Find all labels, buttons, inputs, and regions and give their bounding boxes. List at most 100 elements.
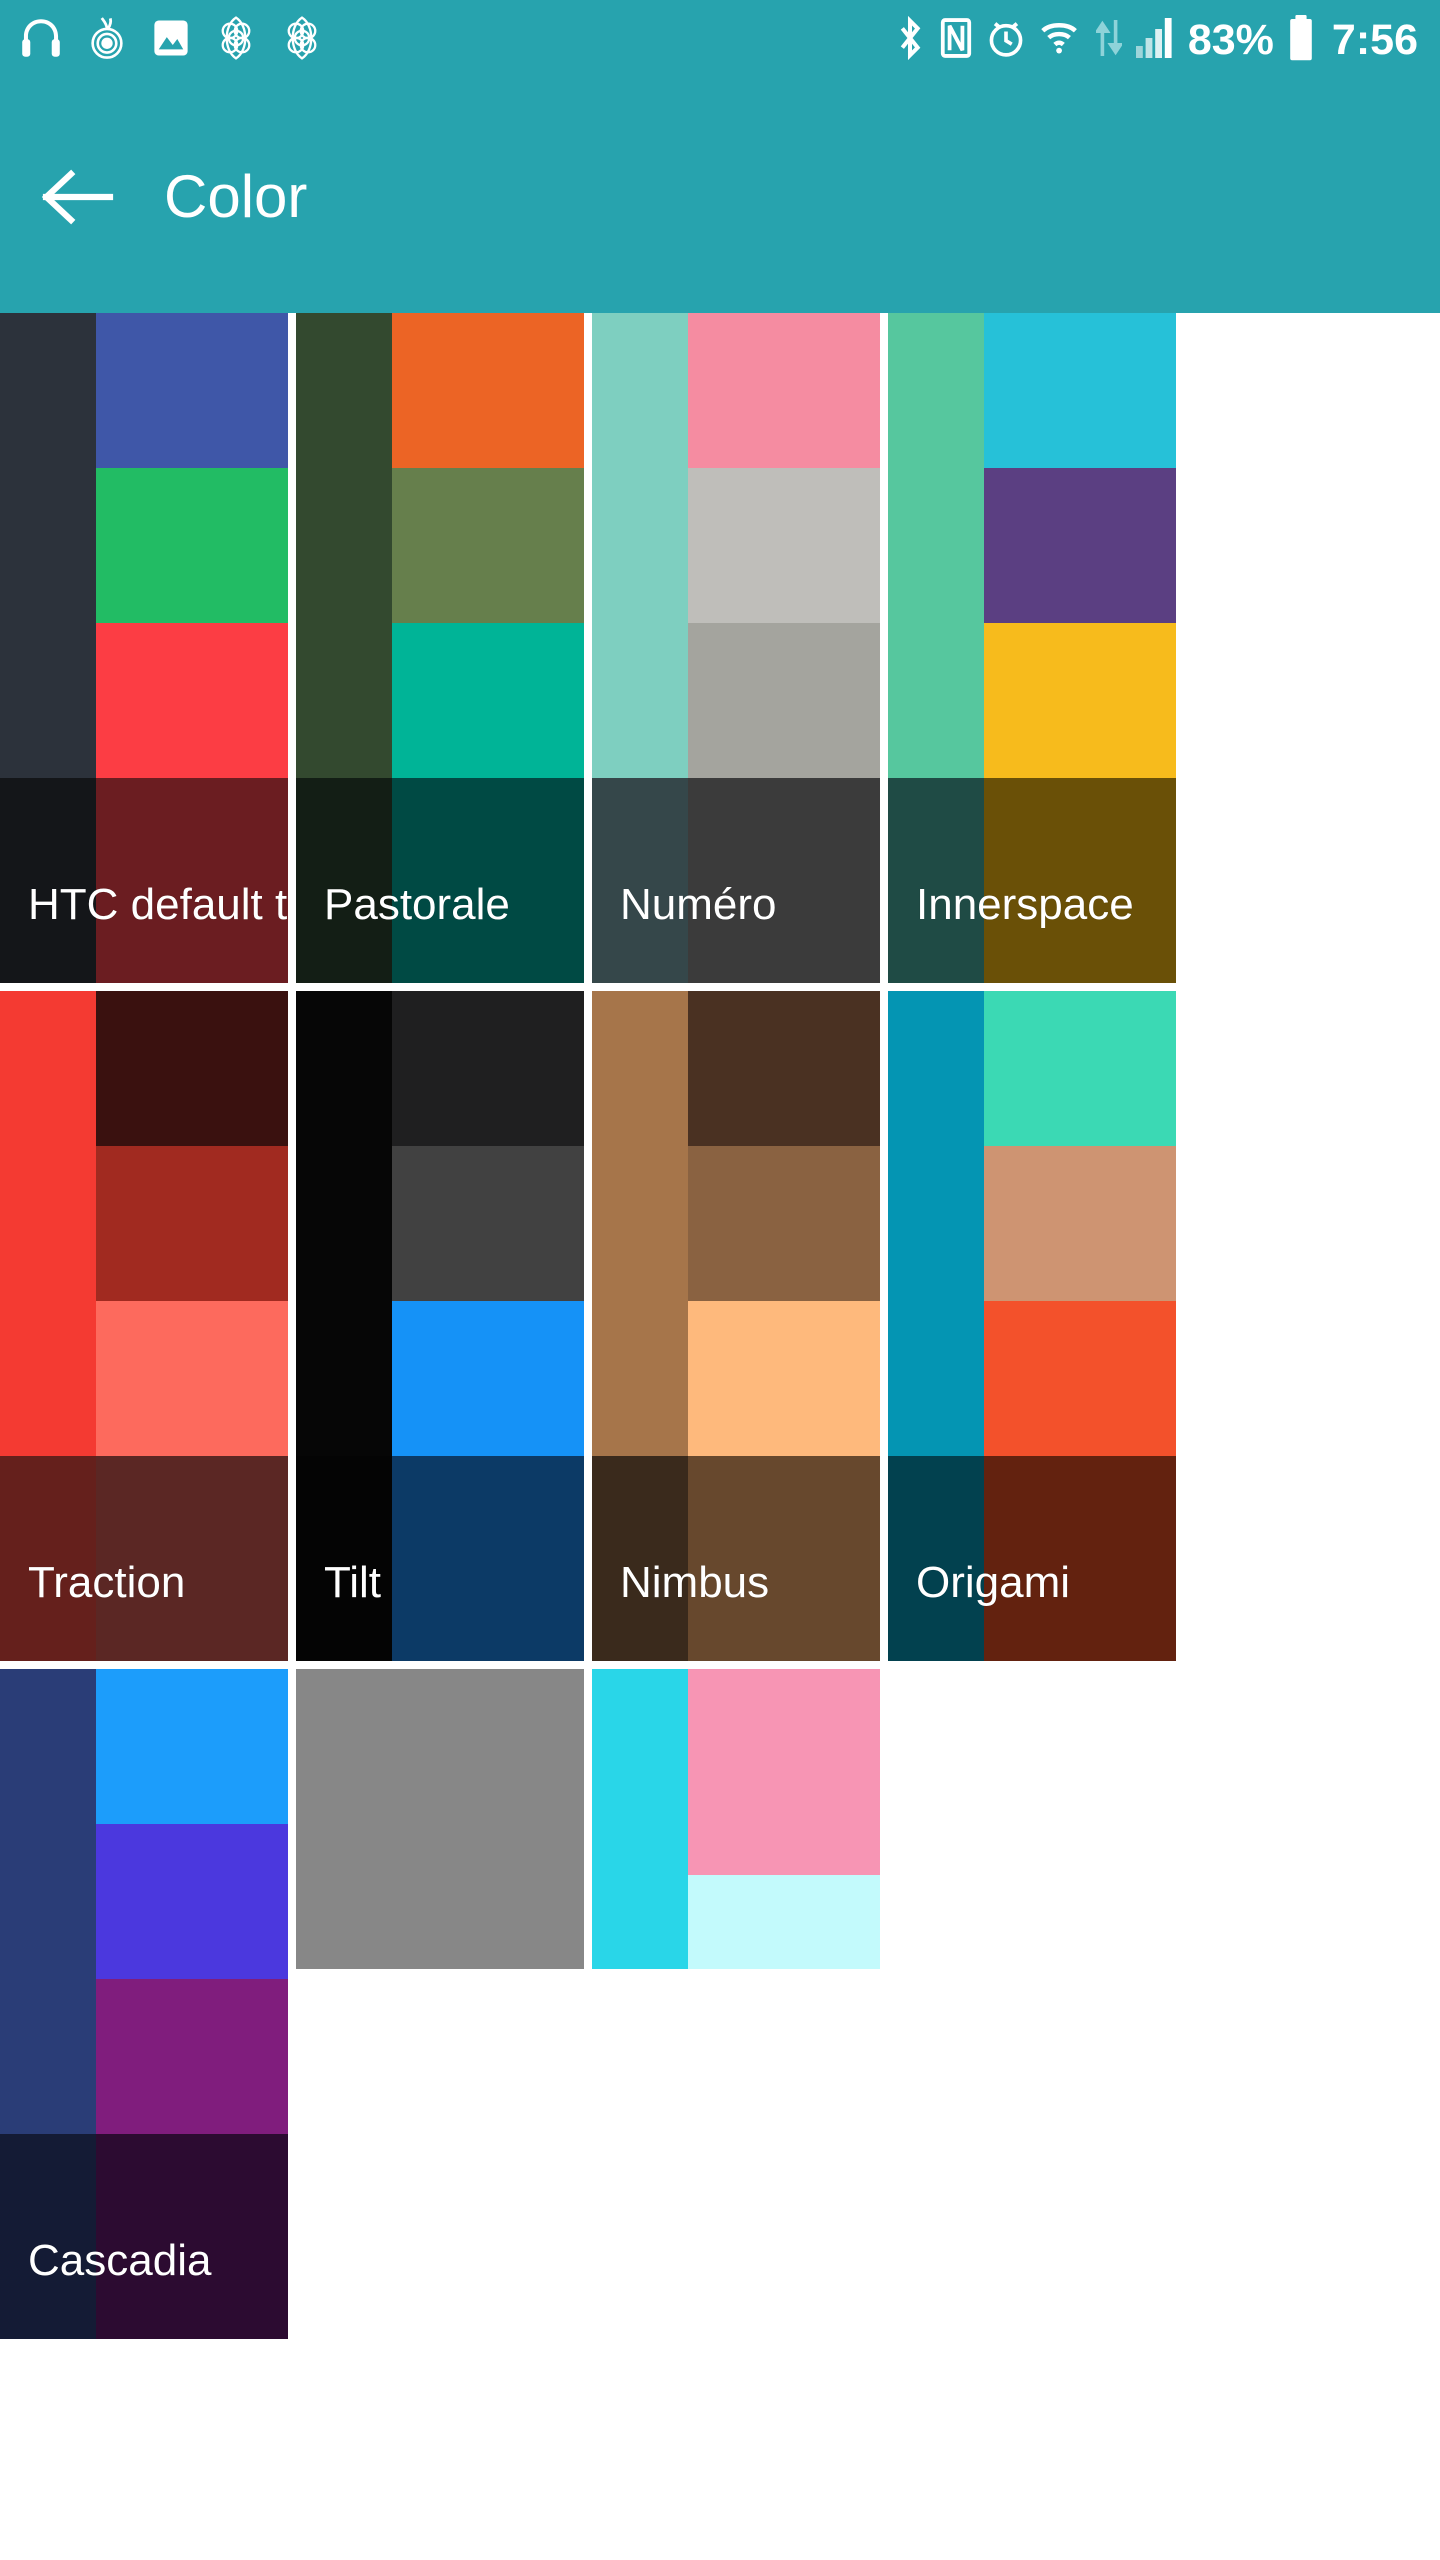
swatch-band <box>688 1875 880 1969</box>
theme-name-label: Nimbus <box>620 1558 770 1607</box>
theme-tile[interactable]: Nimbus <box>592 991 880 1661</box>
headphones-icon <box>18 15 64 66</box>
swatch-band <box>688 1669 880 1876</box>
swatch-band <box>688 1301 880 1456</box>
theme-tile[interactable]: Pastorale <box>296 313 584 983</box>
swatch-band <box>392 623 584 778</box>
swatch-primary <box>592 991 689 1456</box>
theme-name-label: Traction <box>28 1558 186 1607</box>
theme-swatch-preview <box>888 991 1176 1456</box>
swatch-band-group <box>96 313 288 778</box>
swatch-band-group <box>96 1669 288 2134</box>
swatch-band <box>96 1301 288 1456</box>
swatch-band <box>392 991 584 1146</box>
swatch-band <box>984 313 1176 468</box>
swatch-band <box>96 1979 288 2134</box>
swatch-band <box>392 313 584 468</box>
theme-tile[interactable]: Innerspace <box>888 313 1176 983</box>
theme-label-bar: Tilt <box>296 1456 584 1661</box>
gallery-image-icon <box>150 16 192 65</box>
swatch-primary <box>296 1669 584 1969</box>
theme-label-bar: Traction <box>0 1456 288 1661</box>
swatch-band <box>984 1301 1176 1456</box>
theme-tile[interactable]: Numéro <box>592 313 880 983</box>
theme-swatch-preview <box>592 313 880 778</box>
swatch-band <box>96 1669 288 1824</box>
swatch-primary <box>296 991 393 1456</box>
swatch-band <box>688 623 880 778</box>
theme-swatch-preview <box>592 1669 880 1969</box>
theme-swatch-preview <box>592 991 880 1456</box>
swatch-band-group <box>688 313 880 778</box>
swatch-band <box>96 313 288 468</box>
swatch-band <box>688 991 880 1146</box>
swatch-band-group <box>984 313 1176 778</box>
swatch-band-group <box>688 991 880 1456</box>
theme-tile[interactable] <box>592 1669 880 1969</box>
swatch-band <box>984 468 1176 623</box>
theme-name-label: Origami <box>916 1558 1071 1607</box>
theme-tile[interactable]: Origami <box>888 991 1176 1661</box>
swatch-band-group <box>392 991 584 1456</box>
flower-sync-icon-2 <box>280 15 324 66</box>
theme-name-label: HTC default t... <box>28 880 288 929</box>
theme-label-bar: Innerspace <box>888 778 1176 983</box>
status-bar-left-icons <box>18 15 324 66</box>
nfc-icon <box>939 15 973 66</box>
wifi-icon <box>1039 15 1083 66</box>
theme-swatch-preview <box>296 991 584 1456</box>
theme-name-label: Pastorale <box>324 880 510 929</box>
swatch-band <box>96 468 288 623</box>
status-bar: 83% 7:56 <box>0 0 1440 80</box>
theme-label-bar: Origami <box>888 1456 1176 1661</box>
theme-name-label: Cascadia <box>28 2236 212 2285</box>
swatch-primary <box>0 313 97 778</box>
theme-tile[interactable]: Cascadia <box>0 1669 288 2339</box>
swatch-primary <box>0 991 97 1456</box>
swatch-band <box>688 1146 880 1301</box>
theme-name-label: Innerspace <box>916 880 1134 929</box>
swatch-primary <box>888 313 985 778</box>
theme-swatch-preview <box>296 1669 584 1969</box>
swatch-band-group <box>392 313 584 778</box>
swatch-primary <box>592 1669 689 1969</box>
swatch-band <box>392 1301 584 1456</box>
swatch-band <box>392 1146 584 1301</box>
data-transfer-icon <box>1094 18 1124 63</box>
theme-grid: HTC default t... Pastorale Numéro Innerspac… <box>0 313 1440 2339</box>
swatch-band <box>984 623 1176 778</box>
label-bg-right <box>392 1456 584 1661</box>
theme-swatch-preview <box>0 313 288 778</box>
status-bar-right-icons: 83% 7:56 <box>894 14 1418 66</box>
battery-icon <box>1287 14 1315 66</box>
theme-tile[interactable] <box>296 1669 584 1969</box>
app-bar: Color <box>0 80 1440 313</box>
theme-label-bar: Cascadia <box>0 2134 288 2339</box>
swatch-primary <box>0 1669 97 2134</box>
theme-label-bar: Pastorale <box>296 778 584 983</box>
bluetooth-icon <box>894 15 926 66</box>
alarm-clock-icon <box>986 15 1026 66</box>
flower-sync-icon <box>214 15 258 66</box>
swatch-band <box>96 1146 288 1301</box>
onion-router-icon <box>86 15 128 66</box>
swatch-band-group <box>96 991 288 1456</box>
swatch-band <box>984 1146 1176 1301</box>
theme-swatch-preview <box>296 313 584 778</box>
swatch-band <box>96 991 288 1146</box>
swatch-band <box>96 1824 288 1979</box>
swatch-primary <box>592 313 689 778</box>
page-title: Color <box>164 162 308 230</box>
swatch-band <box>688 313 880 468</box>
theme-label-bar: Numéro <box>592 778 880 983</box>
theme-label-bar: Nimbus <box>592 1456 880 1661</box>
signal-bars-icon <box>1135 16 1175 65</box>
theme-tile[interactable]: HTC default t... <box>0 313 288 983</box>
theme-tile[interactable]: Traction <box>0 991 288 1661</box>
back-arrow-icon[interactable] <box>38 158 116 236</box>
swatch-band <box>984 991 1176 1146</box>
battery-percent-label: 83% <box>1187 15 1274 64</box>
swatch-band-group <box>688 1669 880 1969</box>
theme-tile[interactable]: Tilt <box>296 991 584 1661</box>
theme-swatch-preview <box>0 991 288 1456</box>
